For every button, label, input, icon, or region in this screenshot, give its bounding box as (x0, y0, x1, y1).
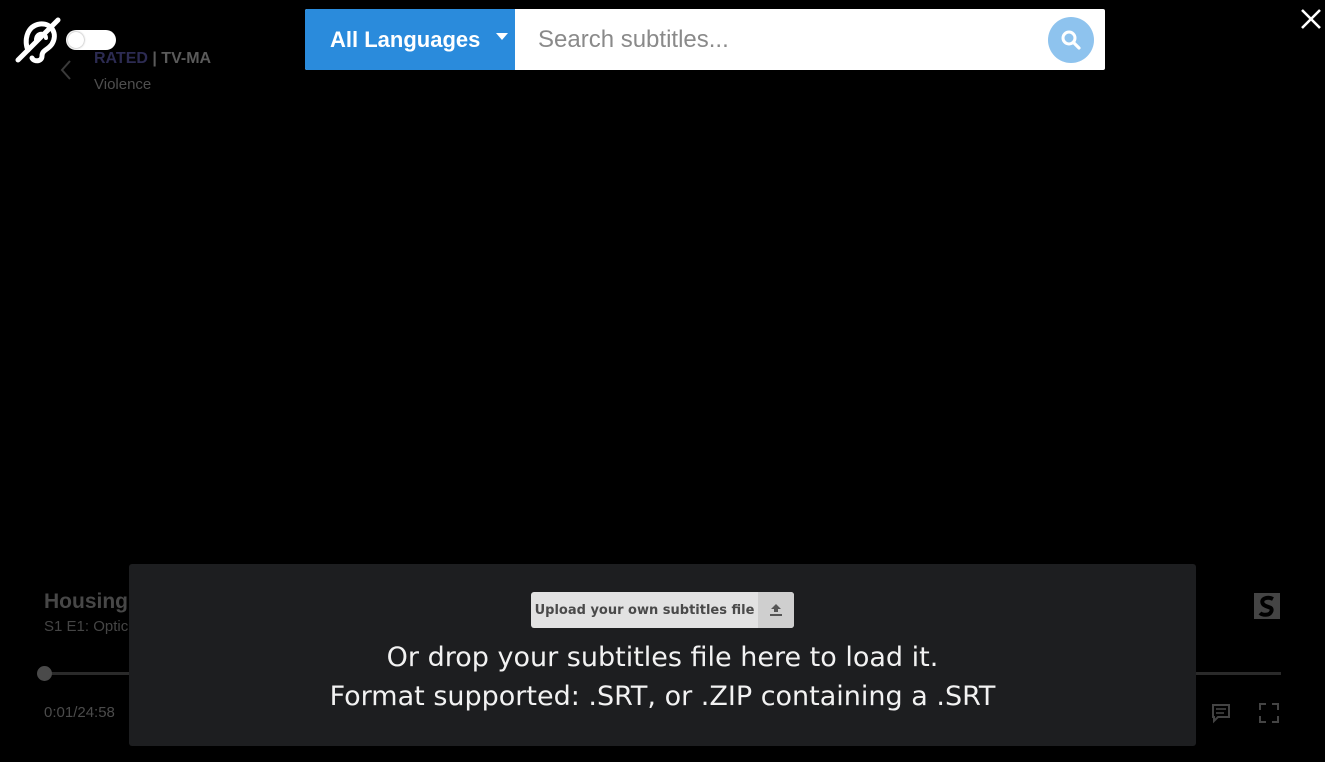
toggle-knob (68, 32, 84, 48)
content-rating: RATED | TV-MA (94, 50, 211, 68)
rating-descriptor: Violence (94, 76, 152, 93)
fullscreen-icon[interactable] (1258, 702, 1280, 724)
hearing-assist-icon[interactable] (12, 14, 64, 66)
back-chevron-icon[interactable] (58, 58, 74, 82)
time-readout: 0:01/24:58 (44, 704, 115, 721)
upload-icon-box (758, 592, 794, 628)
accessibility-toggle[interactable] (66, 30, 116, 50)
drop-instructions: Or drop your subtitles file here to load… (386, 642, 939, 673)
subtitle-upload-panel[interactable]: Upload your own subtitles file Or drop y… (129, 564, 1196, 746)
search-button[interactable] (1048, 17, 1094, 63)
show-title: Housing (44, 590, 128, 613)
rating-separator: | (147, 50, 162, 67)
format-supported-text: Format supported: .SRT, or .ZIP containi… (329, 681, 996, 712)
language-dropdown-label: All Languages (330, 26, 481, 52)
search-icon (1061, 30, 1081, 50)
subtitle-search-bar: All Languages (305, 9, 1105, 70)
subtitle-search-input[interactable] (515, 9, 1105, 70)
episode-title: S1 E1: Optic (44, 618, 129, 635)
subtitles-icon[interactable] (1210, 702, 1232, 724)
upload-icon (770, 604, 782, 616)
upload-subtitles-button[interactable]: Upload your own subtitles file (531, 592, 794, 628)
brand-logo-icon (1254, 593, 1280, 619)
progress-handle[interactable] (37, 666, 52, 681)
upload-button-label: Upload your own subtitles file (534, 602, 755, 618)
caret-down-icon (496, 33, 509, 40)
rating-prefix: RATED (94, 50, 148, 67)
close-icon[interactable] (1298, 6, 1324, 32)
rating-value: TV-MA (161, 50, 212, 67)
language-dropdown[interactable]: All Languages (305, 9, 515, 70)
